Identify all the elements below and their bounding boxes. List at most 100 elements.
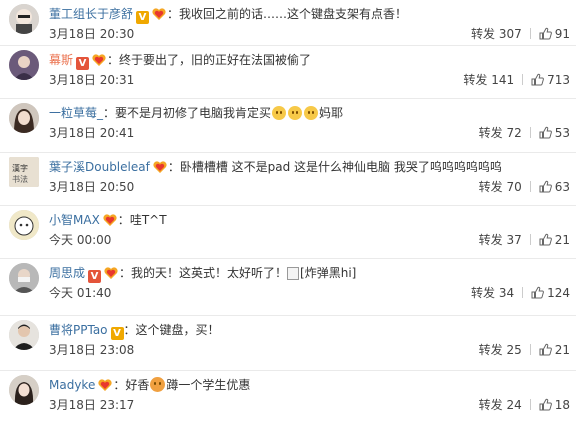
fan-heart-icon	[102, 213, 118, 227]
like-count: 713	[547, 73, 570, 87]
repost-count: 25	[506, 343, 522, 357]
fan-heart-icon	[152, 160, 168, 174]
comment-text: 我收回之前的话……这个键盘支架有点香！	[179, 7, 408, 21]
repost-count: 34	[498, 286, 515, 300]
thumbs-up-icon	[539, 126, 552, 139]
crying-emoji-icon	[304, 106, 319, 120]
comment-list: 董工组长于彦舒 V ：我收回之前的话……这个键盘支架有点香！ 3月18日 20:30…	[0, 0, 576, 419]
verified-badge-icon: V	[110, 327, 124, 340]
like-button[interactable]: 21	[539, 233, 570, 247]
avatar[interactable]	[9, 210, 39, 240]
like-count: 53	[554, 126, 570, 140]
avatar[interactable]	[9, 103, 39, 133]
verified-badge-icon: V	[136, 11, 150, 24]
crying-emoji-icon	[272, 106, 287, 120]
comment-text-tail: 妈耶	[319, 106, 344, 120]
fan-heart-icon	[103, 266, 119, 280]
list-item: 漢字 书法 葉子溪Doubleleaf ：卧槽槽槽 这不是pad 这是什么神仙电脑 …	[0, 152, 576, 205]
fan-heart-icon	[91, 53, 107, 67]
repost-button[interactable]: 转发 34	[471, 286, 514, 300]
thumbs-up-icon	[539, 233, 552, 246]
comment-text: 好香	[125, 378, 150, 392]
like-button[interactable]: 18	[539, 398, 570, 412]
like-count: 18	[554, 398, 570, 412]
comment-time: 3月18日 23:08	[49, 343, 135, 357]
username[interactable]: 曹将PPTao	[49, 323, 108, 337]
fan-heart-icon	[151, 7, 167, 21]
like-count: 21	[554, 343, 570, 357]
username[interactable]: 周思成	[49, 266, 85, 280]
like-button[interactable]: 53	[539, 126, 570, 140]
like-button[interactable]: 21	[539, 343, 570, 357]
comment-time: 3月18日 20:41	[49, 126, 135, 140]
verified-badge-icon: V	[88, 270, 102, 283]
username[interactable]: 葉子溪Doubleleaf	[49, 160, 150, 174]
list-item: Madyke ：好香 蹲一个学生优惠 3月18日 23:17 转发 24 18	[0, 370, 576, 423]
repost-button[interactable]: 转发 307	[471, 27, 522, 41]
comment-time: 3月18日 20:31	[49, 73, 135, 87]
comment-time: 今天 01:40	[49, 286, 112, 300]
like-count: 63	[554, 180, 570, 194]
thumbs-up-icon	[531, 286, 544, 299]
repost-count: 70	[506, 180, 522, 194]
comment-text: 要不是月初修了电脑我肯定买	[115, 106, 272, 120]
repost-count: 307	[498, 27, 522, 41]
comment-time: 3月18日 20:30	[49, 27, 135, 41]
avatar[interactable]	[9, 4, 39, 34]
comment-text: 我的天！这英式！太好听了！	[131, 266, 288, 280]
repost-button[interactable]: 转发 70	[479, 180, 522, 194]
avatar[interactable]	[9, 375, 39, 405]
list-item: 一粒草莓_：要不是月初修了电脑我肯定买 妈耶 3月18日 20:41 转发 72 5…	[0, 98, 576, 151]
svg-text:书法: 书法	[12, 174, 28, 184]
verified-badge-icon: V	[76, 57, 90, 70]
username[interactable]: 董工组长于彦舒	[49, 7, 133, 21]
thumbs-up-icon	[539, 27, 552, 40]
like-count: 124	[547, 286, 570, 300]
like-button[interactable]: 63	[539, 180, 570, 194]
repost-button[interactable]: 转发 141	[463, 73, 514, 87]
username[interactable]: 小智MAX	[49, 213, 100, 227]
username[interactable]: 一粒草莓_	[49, 106, 103, 120]
repost-count: 72	[506, 126, 522, 140]
list-item: 曹将PPTao V ：这个键盘，买！ 3月18日 23:08 转发 25 21	[0, 315, 576, 368]
comment-text: 终于要出了，旧的正好在法国被偷了	[119, 53, 312, 67]
username[interactable]: Madyke	[49, 378, 95, 392]
avatar[interactable]: 漢字 书法	[9, 157, 39, 187]
like-button[interactable]: 91	[539, 27, 570, 41]
like-button[interactable]: 124	[531, 286, 570, 300]
repost-button[interactable]: 转发 25	[479, 343, 522, 357]
thumbs-up-icon	[539, 398, 552, 411]
list-item: 周思成 V ：我的天！这英式！太好听了！ [炸弹黑hi] 今天 01:40 转发 34…	[0, 258, 576, 311]
broken-image-icon	[287, 267, 300, 280]
comment-text-tail: 蹲一个学生优惠	[166, 378, 251, 392]
avatar[interactable]	[9, 50, 39, 80]
repost-button[interactable]: 转发 37	[479, 233, 522, 247]
like-count: 91	[554, 27, 570, 41]
thumbs-up-icon	[539, 343, 552, 356]
avatar[interactable]	[9, 320, 39, 350]
list-item: 幕斯 V ：终于要出了，旧的正好在法国被偷了 3月18日 20:31 转发 141 7…	[0, 45, 576, 98]
comment-time: 今天 00:00	[49, 233, 112, 247]
comment-time: 3月18日 20:50	[49, 180, 135, 194]
list-item: 小智MAX ：哇T^T 今天 00:00 转发 37 21	[0, 205, 576, 258]
crying-emoji-icon	[288, 106, 303, 120]
fan-heart-icon	[97, 378, 113, 392]
thumbs-up-icon	[539, 180, 552, 193]
repost-button[interactable]: 转发 24	[479, 398, 522, 412]
comment-text: 卧槽槽槽 这不是pad 这是什么神仙电脑 我哭了呜呜呜呜呜呜	[179, 160, 502, 174]
username[interactable]: 幕斯	[49, 53, 73, 67]
repost-count: 141	[491, 73, 515, 87]
thumbs-up-icon	[531, 73, 544, 86]
svg-text:漢字: 漢字	[12, 163, 28, 173]
repost-count: 24	[506, 398, 522, 412]
comment-time: 3月18日 23:17	[49, 398, 135, 412]
like-button[interactable]: 713	[531, 73, 570, 87]
comment-text: 这个键盘，买！	[135, 323, 220, 337]
repost-count: 37	[506, 233, 522, 247]
comment-text: 哇T^T	[129, 213, 167, 227]
like-count: 21	[554, 233, 570, 247]
repost-button[interactable]: 转发 72	[479, 126, 522, 140]
avatar[interactable]	[9, 263, 39, 293]
image-alt-text: [炸弹黑hi]	[300, 266, 357, 280]
drooling-emoji-icon	[150, 377, 166, 392]
